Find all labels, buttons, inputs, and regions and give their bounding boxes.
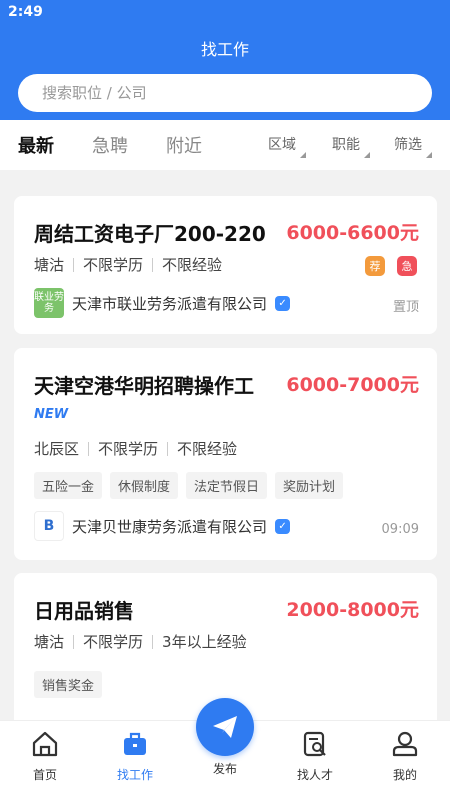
publish-button[interactable] xyxy=(196,698,254,756)
job-tag: 销售奖金 xyxy=(34,671,103,698)
filter-more[interactable]: 筛选 xyxy=(394,134,432,158)
divider xyxy=(152,634,154,649)
company-info[interactable]: B 天津贝世康劳务派遣有限公司 ✓ xyxy=(34,511,291,541)
filter-function-label: 职能 xyxy=(332,137,360,153)
nav-home[interactable]: 首页 xyxy=(10,729,80,783)
post-time: 09:09 xyxy=(381,522,419,537)
pinned-label: 置顶 xyxy=(392,300,419,315)
job-salary: 6000-7000元 xyxy=(286,374,419,396)
nav-find-talent[interactable]: 找人才 xyxy=(280,729,350,783)
verified-icon: ✓ xyxy=(275,518,291,534)
urgent-badge: 急 xyxy=(397,256,417,276)
filter-more-label: 筛选 xyxy=(394,137,422,153)
tabs-bar: 最新 急聘 附近 区域 职能 筛选 xyxy=(0,120,450,170)
job-education: 不限学历 xyxy=(83,256,144,274)
recommend-badge: 荐 xyxy=(365,256,385,276)
dropdown-triangle-icon xyxy=(300,152,306,158)
job-title-text: 天津空港华明招聘操作工 xyxy=(34,374,254,398)
paper-plane-icon xyxy=(213,716,237,738)
job-location: 北辰区 xyxy=(34,440,80,458)
job-card[interactable]: 周结工资电子厂200-220 6000-6600元 塘沽 不限学历 不限经验 荐… xyxy=(14,196,437,334)
job-card[interactable]: 天津空港华明招聘操作工NEW 6000-7000元 北辰区 不限学历 不限经验 … xyxy=(14,348,437,560)
job-tag: 奖励计划 xyxy=(275,472,344,499)
dropdown-triangle-icon xyxy=(364,152,370,158)
job-tag: 法定节假日 xyxy=(186,472,268,499)
job-salary: 2000-8000元 xyxy=(286,599,419,621)
new-tag: NEW xyxy=(34,407,69,422)
talent-search-icon xyxy=(303,731,326,757)
nav-home-label: 首页 xyxy=(32,768,57,782)
nav-find-talent-label: 找人才 xyxy=(296,768,333,782)
job-location: 塘沽 xyxy=(34,633,65,651)
filter-function[interactable]: 职能 xyxy=(332,134,370,158)
tab-nearby[interactable]: 附近 xyxy=(166,132,202,158)
status-bar: 2:49 xyxy=(0,0,450,24)
page-title: 找工作 xyxy=(200,40,249,59)
briefcase-icon xyxy=(124,732,146,755)
job-experience: 不限经验 xyxy=(177,440,238,458)
dropdown-triangle-icon xyxy=(426,152,432,158)
job-title: 周结工资电子厂200-220 xyxy=(34,222,266,246)
divider xyxy=(88,441,90,456)
nav-publish-label: 发布 xyxy=(212,762,237,776)
profile-icon xyxy=(392,731,418,757)
job-location: 塘沽 xyxy=(34,256,65,274)
divider xyxy=(73,257,75,272)
job-experience: 3年以上经验 xyxy=(162,633,247,651)
job-tag: 五险一金 xyxy=(34,472,103,499)
job-tags: 销售奖金 xyxy=(34,671,103,698)
filter-area-label: 区域 xyxy=(268,137,296,153)
job-meta: 塘沽 不限学历 3年以上经验 xyxy=(34,631,247,652)
job-experience: 不限经验 xyxy=(162,256,223,274)
company-logo: 联业劳务 xyxy=(34,288,64,318)
company-logo: B xyxy=(34,511,64,541)
nav-mine-label: 我的 xyxy=(392,768,417,782)
verified-icon: ✓ xyxy=(275,295,291,311)
company-info[interactable]: 联业劳务 天津市联业劳务派遣有限公司 ✓ xyxy=(34,288,291,318)
job-education: 不限学历 xyxy=(83,633,144,651)
nav-mine[interactable]: 我的 xyxy=(370,729,440,783)
header: 找工作 搜索职位 / 公司 xyxy=(0,24,450,120)
nav-find-job-label: 找工作 xyxy=(116,768,153,782)
tab-urgent[interactable]: 急聘 xyxy=(92,132,128,158)
home-icon xyxy=(32,731,58,757)
job-tag: 休假制度 xyxy=(110,472,179,499)
company-name: 天津贝世康劳务派遣有限公司 xyxy=(72,517,268,536)
job-meta: 北辰区 不限学历 不限经验 xyxy=(34,438,237,459)
nav-find-job[interactable]: 找工作 xyxy=(100,729,170,783)
status-time: 2:49 xyxy=(8,4,43,20)
filter-area[interactable]: 区域 xyxy=(268,134,306,158)
divider xyxy=(167,441,169,456)
tab-latest[interactable]: 最新 xyxy=(18,132,54,158)
company-name: 天津市联业劳务派遣有限公司 xyxy=(72,294,268,313)
divider xyxy=(152,257,154,272)
job-tags: 五险一金 休假制度 法定节假日 奖励计划 xyxy=(34,472,344,499)
job-title: 日用品销售 xyxy=(34,599,134,623)
job-meta: 塘沽 不限学历 不限经验 xyxy=(34,254,222,275)
search-input[interactable]: 搜索职位 / 公司 xyxy=(18,74,432,112)
job-salary: 6000-6600元 xyxy=(286,222,419,244)
divider xyxy=(73,634,75,649)
job-education: 不限学历 xyxy=(98,440,159,458)
job-title: 天津空港华明招聘操作工 NEW xyxy=(34,370,274,423)
